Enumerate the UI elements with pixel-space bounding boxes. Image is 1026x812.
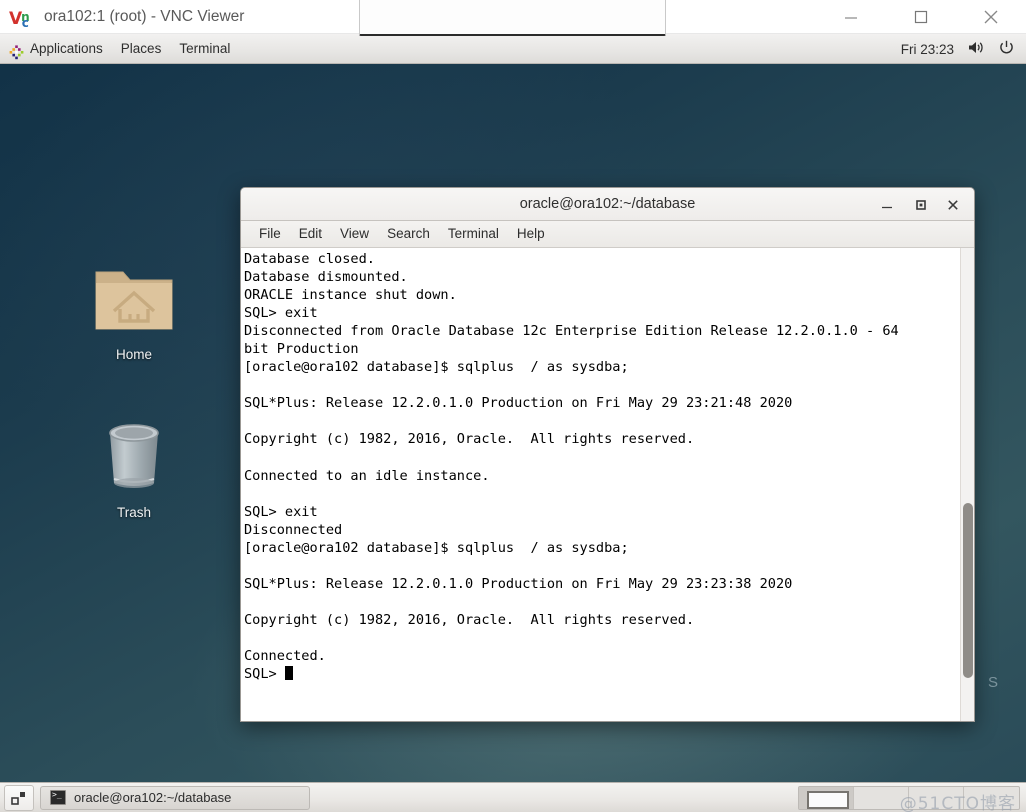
terminal-close-button[interactable]	[936, 188, 970, 221]
maximize-icon	[914, 10, 928, 24]
menu-applications-label: Applications	[30, 40, 103, 56]
vnc-floating-toolbar-handle[interactable]	[359, 0, 666, 36]
minimize-icon	[845, 17, 857, 19]
desktop-wallpaper[interactable]: C E N T O S Home	[0, 64, 1026, 782]
terminal-maximize-button[interactable]	[904, 188, 938, 221]
terminal-scrollbar[interactable]	[960, 248, 974, 721]
terminal-line: bit Production	[244, 341, 359, 358]
panel-clock[interactable]: Fri 23:23	[901, 42, 954, 57]
menu-places[interactable]: Places	[112, 34, 171, 64]
workspace-switcher[interactable]	[798, 786, 1020, 810]
taskbar-window-button-terminal[interactable]: oracle@ora102:~/database	[40, 785, 310, 810]
terminal-line: ORACLE instance shut down.	[244, 287, 457, 304]
panel-status-area: Fri 23:23	[901, 34, 1026, 64]
workspace-1[interactable]	[799, 787, 854, 809]
power-icon[interactable]	[999, 40, 1014, 58]
close-icon	[948, 199, 958, 210]
desktop-icon-trash[interactable]: Trash	[75, 419, 193, 520]
terminal-minimize-button[interactable]	[870, 188, 904, 221]
terminal-menubar: File Edit View Search Terminal Help	[241, 221, 974, 248]
show-desktop-icon	[11, 791, 25, 805]
vnc-maximize-button[interactable]	[898, 0, 944, 34]
minimize-icon	[882, 206, 892, 208]
desktop-icon-home-label: Home	[115, 347, 152, 362]
menu-places-label: Places	[120, 40, 162, 56]
terminal-menu-edit[interactable]: Edit	[290, 221, 331, 247]
terminal-line: Copyright (c) 1982, 2016, Oracle. All ri…	[244, 431, 695, 448]
vnc-window-title: ora102:1 (root) - VNC Viewer	[44, 8, 245, 25]
terminal-line: [oracle@ora102 database]$ sqlplus / as s…	[244, 359, 629, 376]
terminal-line: Database dismounted.	[244, 269, 408, 286]
terminal-line: Disconnected from Oracle Database 12c En…	[244, 323, 899, 340]
terminal-line: Connected.	[244, 648, 326, 665]
terminal-menu-search[interactable]: Search	[378, 221, 439, 247]
desktop-icon-trash-label: Trash	[116, 505, 151, 520]
home-folder-icon	[90, 259, 178, 342]
terminal-line: [oracle@ora102 database]$ sqlplus / as s…	[244, 539, 629, 556]
terminal-cursor	[284, 666, 294, 681]
centos-logo-icon	[9, 41, 24, 60]
terminal-titlebar[interactable]: oracle@ora102:~/database	[241, 188, 974, 221]
vnc-logo-icon: Vnc	[9, 6, 39, 30]
terminal-prompt-line: SQL>	[244, 665, 961, 683]
menu-terminal-label: Terminal	[179, 40, 231, 56]
workspace-3[interactable]	[909, 787, 964, 809]
show-desktop-button[interactable]	[4, 784, 34, 811]
gnome-top-panel: Applications Places Terminal Fri 23:23	[0, 34, 1026, 64]
speaker-icon[interactable]	[968, 40, 985, 58]
terminal-line: SQL> exit	[244, 305, 318, 322]
terminal-menu-terminal[interactable]: Terminal	[439, 221, 508, 247]
vnc-close-button[interactable]	[968, 0, 1014, 34]
terminal-menu-view[interactable]: View	[331, 221, 378, 247]
terminal-icon	[50, 790, 66, 805]
vnc-logo-c: c	[21, 16, 29, 30]
remote-desktop-viewport: Applications Places Terminal Fri 23:23 S…	[0, 34, 1026, 812]
terminal-line: SQL*Plus: Release 12.2.0.1.0 Production …	[244, 395, 793, 412]
workspace-2[interactable]	[854, 787, 909, 809]
terminal-window-title: oracle@ora102:~/database	[519, 196, 696, 212]
close-icon	[984, 10, 998, 24]
terminal-line: SQL*Plus: Release 12.2.0.1.0 Production …	[244, 575, 793, 592]
terminal-line: Connected to an idle instance.	[244, 467, 490, 484]
terminal-prompt: SQL>	[244, 666, 285, 683]
terminal-menu-help[interactable]: Help	[508, 221, 554, 247]
vnc-viewer-window: Vnc ora102:1 (root) - VNC Viewer Applica…	[0, 0, 1026, 812]
vnc-logo-v: V	[9, 9, 22, 29]
taskbar-window-button-label: oracle@ora102:~/database	[74, 790, 232, 805]
maximize-icon	[916, 199, 926, 210]
terminal-text: Database closed. Database dismounted. ORAC…	[243, 248, 961, 683]
terminal-scrollbar-thumb[interactable]	[963, 503, 973, 678]
terminal-output-area[interactable]: Database closed. Database dismounted. ORAC…	[241, 248, 974, 721]
trash-bin-icon	[98, 419, 170, 500]
desktop-icon-home[interactable]: Home	[75, 259, 193, 362]
terminal-line: Database closed.	[244, 251, 375, 267]
terminal-menu-file[interactable]: File	[250, 221, 290, 247]
terminal-window: oracle@ora102:~/database File Edit View …	[240, 187, 975, 722]
menu-terminal[interactable]: Terminal	[170, 34, 239, 64]
menu-applications[interactable]: Applications	[0, 34, 112, 64]
terminal-line: Copyright (c) 1982, 2016, Oracle. All ri…	[244, 611, 695, 628]
terminal-line: SQL> exit	[244, 503, 318, 520]
workspace-4[interactable]	[964, 787, 1019, 809]
gnome-bottom-taskbar: oracle@ora102:~/database @51CTO博客	[0, 782, 1026, 812]
vnc-minimize-button[interactable]	[828, 0, 874, 34]
terminal-line: Disconnected	[244, 521, 343, 538]
